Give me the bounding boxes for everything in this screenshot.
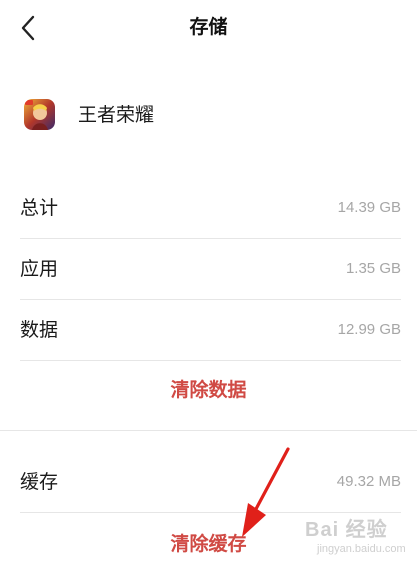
data-label: 数据: [20, 319, 59, 341]
apps-label: 应用: [20, 258, 59, 280]
data-value: 12.99 GB: [337, 321, 401, 338]
clear-data-button[interactable]: 清除数据: [0, 376, 417, 404]
total-label: 总计: [20, 197, 59, 219]
storage-total-row: 总计 14.39 GB: [0, 178, 417, 238]
cache-value: 49.32 MB: [336, 473, 401, 490]
watermark-url: jingyan.baidu.com: [317, 543, 406, 555]
storage-data-row: 数据 12.99 GB: [0, 300, 417, 360]
app-icon: [24, 99, 55, 130]
page-title: 存储: [189, 16, 228, 38]
top-bar: 存储: [0, 0, 417, 56]
baidu-watermark-logo: Bai 经验: [305, 519, 388, 541]
total-value: 14.39 GB: [337, 199, 401, 216]
clear-data-label: 清除数据: [170, 379, 247, 401]
apps-value: 1.35 GB: [345, 260, 401, 277]
cache-label: 缓存: [20, 471, 59, 493]
divider: [20, 360, 401, 361]
red-arrow-annotation: [242, 447, 290, 537]
watermark: Bai 经验 jingyan.baidu.com: [305, 513, 413, 569]
app-info-row: 王者荣耀: [0, 86, 417, 146]
section-divider: [0, 430, 417, 431]
app-name: 王者荣耀: [78, 104, 155, 126]
storage-apps-row: 应用 1.35 GB: [0, 239, 417, 299]
storage-cache-row: 缓存 49.32 MB: [0, 452, 417, 512]
